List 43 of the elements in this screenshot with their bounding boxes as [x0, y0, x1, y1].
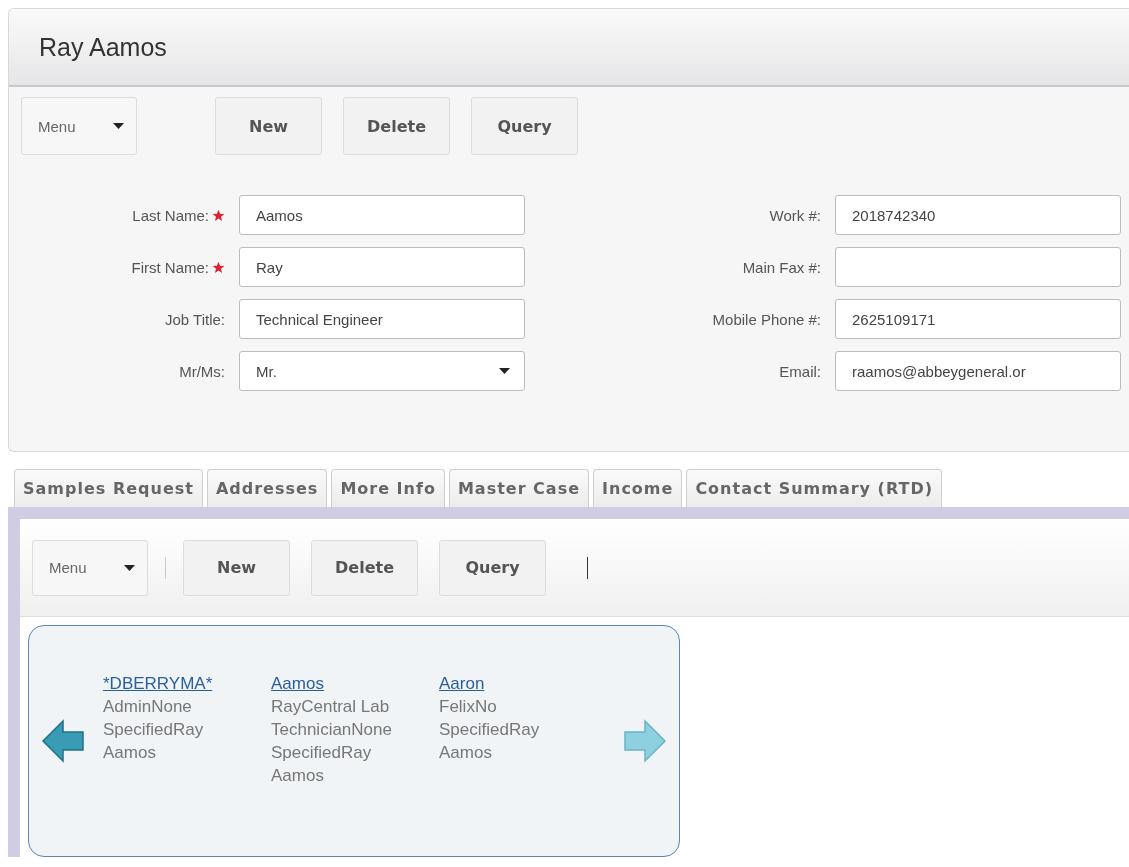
tab[interactable]: Master Case [448, 469, 590, 507]
toolbar-button[interactable]: Query [439, 539, 546, 596]
text-field[interactable] [835, 247, 1121, 287]
text-field[interactable]: 2018742340 [835, 195, 1121, 235]
tab[interactable]: Income [593, 469, 683, 507]
left-arrow-icon[interactable] [41, 718, 85, 764]
required-star-icon [212, 208, 225, 222]
dropdown-field[interactable]: Mr. [239, 351, 525, 391]
tab[interactable]: Addresses [206, 469, 328, 507]
tab[interactable]: More Info [331, 469, 445, 507]
tab[interactable]: Samples Request [14, 469, 203, 507]
tab[interactable]: Contact Summary (RTD) [686, 469, 942, 507]
caret-icon [124, 564, 135, 571]
toolbar-button[interactable]: Query [471, 97, 578, 155]
text-field[interactable]: Ray [239, 247, 525, 287]
toolbar-button[interactable]: New [215, 97, 322, 155]
field-label: Job Title: [164, 310, 225, 328]
field-label: Last Name: [132, 206, 209, 224]
field-label: Email: [779, 362, 821, 380]
card-text: AdminNone SpecifiedRay Aamos [103, 696, 205, 764]
card-text: FelixNo SpecifiedRay Aamos [439, 696, 541, 764]
toolbar-button[interactable]: Delete [343, 97, 450, 155]
card-link[interactable]: Aaron [439, 672, 593, 695]
text-field[interactable]: Technical Engineer [239, 299, 525, 339]
caret-icon [499, 368, 510, 374]
toolbar-button[interactable]: Delete [311, 539, 418, 596]
card-text: RayCentral Lab TechnicianNone SpecifiedRay Aamos [271, 696, 393, 787]
window-title: Ray Aamos [39, 32, 167, 62]
field-label: Mobile Phone #: [712, 310, 821, 328]
field-label: First Name: [131, 258, 209, 276]
text-field[interactable]: Aamos [239, 195, 525, 235]
menu-button[interactable]: Menu [21, 97, 137, 155]
text-field[interactable]: 2625109171 [835, 299, 1121, 339]
required-star-icon [212, 260, 225, 274]
caret-icon [113, 123, 124, 129]
card-link[interactable]: *DBERRYMA* [103, 672, 257, 695]
field-label: Mr/Ms: [179, 362, 225, 380]
toolbar-button[interactable]: New [183, 539, 290, 596]
menu-button[interactable]: Menu [32, 539, 148, 596]
text-field[interactable]: raamos@abbeygeneral.or [835, 351, 1121, 391]
card-link[interactable]: Aamos [271, 672, 425, 695]
field-label: Main Fax #: [742, 258, 821, 276]
field-label: Work #: [769, 206, 821, 224]
